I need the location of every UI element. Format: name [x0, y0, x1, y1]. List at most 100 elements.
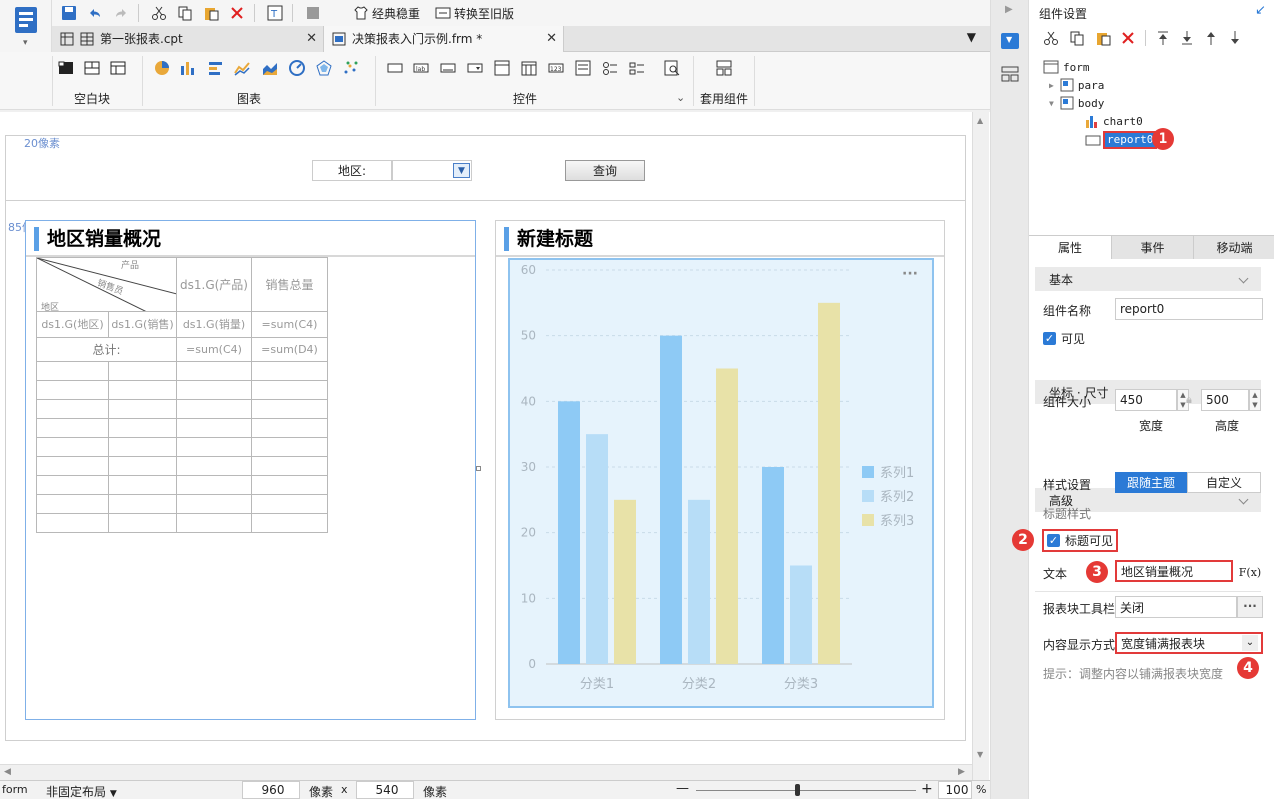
title-visible-checkbox[interactable]: ✓ 标题可见: [1042, 529, 1119, 552]
empty-cell[interactable]: [108, 361, 177, 381]
empty-cell[interactable]: [36, 513, 109, 533]
line-chart-icon[interactable]: [234, 60, 252, 76]
date-widget-icon[interactable]: [521, 60, 539, 76]
empty-cell[interactable]: [36, 437, 109, 457]
preview-icon[interactable]: T: [266, 4, 284, 22]
scroll-down-icon[interactable]: ▼: [977, 750, 983, 759]
empty-cell[interactable]: [108, 437, 177, 457]
cell-qty[interactable]: ds1.G(销量): [176, 311, 252, 338]
col-total-cell[interactable]: 销售总量: [251, 257, 328, 312]
empty-cell[interactable]: [251, 361, 328, 381]
empty-cell[interactable]: [36, 494, 109, 514]
empty-cell[interactable]: [108, 456, 177, 476]
empty-cell[interactable]: [176, 380, 252, 400]
empty-cell[interactable]: [176, 418, 252, 438]
area-chart-icon[interactable]: [262, 60, 280, 76]
delete-icon[interactable]: [1121, 31, 1135, 45]
empty-cell[interactable]: [36, 380, 109, 400]
button-widget-icon[interactable]: [440, 60, 458, 76]
height-stepper[interactable]: ▲ ▼: [1249, 389, 1261, 411]
section-basic[interactable]: 基本: [1035, 267, 1261, 291]
empty-cell[interactable]: [108, 494, 177, 514]
empty-cell[interactable]: [36, 361, 109, 381]
redo-icon[interactable]: [112, 4, 130, 22]
tab-events[interactable]: 事件: [1111, 235, 1193, 259]
tab-first-report[interactable]: 第一张报表.cpt ✕: [52, 25, 324, 52]
zoom-input[interactable]: 100: [938, 781, 972, 799]
paste-icon[interactable]: [1095, 30, 1111, 46]
slash-header-cell[interactable]: 产品 销售员 地区: [36, 257, 177, 312]
textarea-widget-icon[interactable]: [575, 60, 593, 76]
logo-dropdown-icon[interactable]: ▾: [23, 38, 28, 48]
move-down-icon[interactable]: [1228, 30, 1242, 46]
empty-cell[interactable]: [251, 494, 328, 514]
copy-icon[interactable]: [1069, 30, 1085, 46]
report-block[interactable]: 地区销量概况 产品 销售员 地区 ds1.G(产品) 销售总量 ds1.G(地区…: [25, 220, 476, 720]
resize-handle[interactable]: [476, 466, 481, 471]
designer-logo-icon[interactable]: [14, 6, 38, 34]
component-settings-icon[interactable]: ▼: [1001, 33, 1019, 49]
zoom-out-icon[interactable]: —: [676, 781, 689, 796]
cell-sum[interactable]: =sum(C4): [251, 311, 328, 338]
visible-checkbox[interactable]: ✓ 可见: [1043, 330, 1085, 347]
gauge-chart-icon[interactable]: [289, 60, 307, 76]
chart-block[interactable]: 新建标题 ··· 0 10 20 30 40 50 60 分类1 分类2 分类3 系列1 系列2 系列3: [495, 220, 945, 720]
hbar-chart-icon[interactable]: [208, 60, 226, 76]
close-icon[interactable]: ✕: [306, 31, 317, 46]
tab-menu-icon[interactable]: ▼: [967, 30, 976, 44]
radio-widget-icon[interactable]: [602, 60, 620, 76]
pie-chart-icon[interactable]: [154, 60, 172, 76]
cut-icon[interactable]: [150, 4, 168, 22]
classic-theme-button[interactable]: 经典稳重: [372, 5, 420, 22]
tab-block-icon[interactable]: [110, 60, 128, 76]
title-text-input[interactable]: 地区销量概况: [1115, 560, 1233, 582]
empty-cell[interactable]: [176, 513, 252, 533]
query-button[interactable]: 查询: [565, 160, 645, 181]
close-icon[interactable]: ✕: [546, 31, 557, 46]
empty-cell[interactable]: [251, 513, 328, 533]
tree-widget-icon[interactable]: [494, 60, 512, 76]
empty-cell[interactable]: [36, 456, 109, 476]
tree-node-chart0[interactable]: chart0: [1085, 114, 1143, 128]
absolute-block-icon[interactable]: [58, 60, 76, 76]
tree-node-form[interactable]: form: [1043, 60, 1090, 74]
empty-cell[interactable]: [176, 475, 252, 495]
horizontal-scrollbar[interactable]: ◀ ▶: [0, 764, 972, 780]
canvas-height-input[interactable]: 540: [356, 781, 414, 799]
empty-cell[interactable]: [251, 475, 328, 495]
tab-mobile[interactable]: 移动端: [1193, 235, 1274, 259]
copy-icon[interactable]: [176, 4, 194, 22]
undo-icon[interactable]: [86, 4, 104, 22]
parameter-pane[interactable]: [5, 135, 966, 201]
empty-cell[interactable]: [108, 513, 177, 533]
scroll-left-icon[interactable]: ◀: [4, 767, 11, 777]
empty-cell[interactable]: [251, 437, 328, 457]
empty-cell[interactable]: [36, 399, 109, 419]
save-icon[interactable]: [60, 4, 78, 22]
style-custom-button[interactable]: 自定义: [1187, 472, 1261, 493]
canvas-width-input[interactable]: 960: [242, 781, 300, 799]
layout-select[interactable]: 非固定布局 ▼: [46, 783, 117, 799]
move-bottom-icon[interactable]: [1180, 30, 1194, 46]
region-combo[interactable]: ▼: [392, 160, 472, 181]
delete-icon[interactable]: [228, 4, 246, 22]
widget-expand-icon[interactable]: ⌄: [676, 91, 685, 104]
label-widget-icon[interactable]: lab: [413, 60, 431, 76]
width-input[interactable]: 450: [1115, 389, 1177, 411]
cut-icon[interactable]: [1043, 30, 1059, 46]
tree-collapse-icon[interactable]: ▼: [1049, 99, 1054, 108]
vertical-scrollbar[interactable]: ▲ ▼: [972, 112, 989, 780]
layout-icon[interactable]: [1001, 66, 1019, 82]
empty-cell[interactable]: [251, 456, 328, 476]
empty-cell[interactable]: [36, 475, 109, 495]
chevron-down-icon[interactable]: ⌄: [1242, 635, 1258, 651]
empty-cell[interactable]: [108, 399, 177, 419]
search-widget-icon[interactable]: [664, 60, 682, 76]
split-block-icon[interactable]: [84, 60, 102, 76]
formula-button[interactable]: F(x): [1237, 562, 1263, 582]
tree-node-para[interactable]: ▶ para: [1049, 78, 1104, 92]
report-grid[interactable]: 产品 销售员 地区 ds1.G(产品) 销售总量 ds1.G(地区) ds1.G…: [36, 257, 328, 533]
cell-sales[interactable]: ds1.G(销售): [108, 311, 177, 338]
height-input[interactable]: 500: [1201, 389, 1249, 411]
template-icon[interactable]: [304, 4, 322, 22]
